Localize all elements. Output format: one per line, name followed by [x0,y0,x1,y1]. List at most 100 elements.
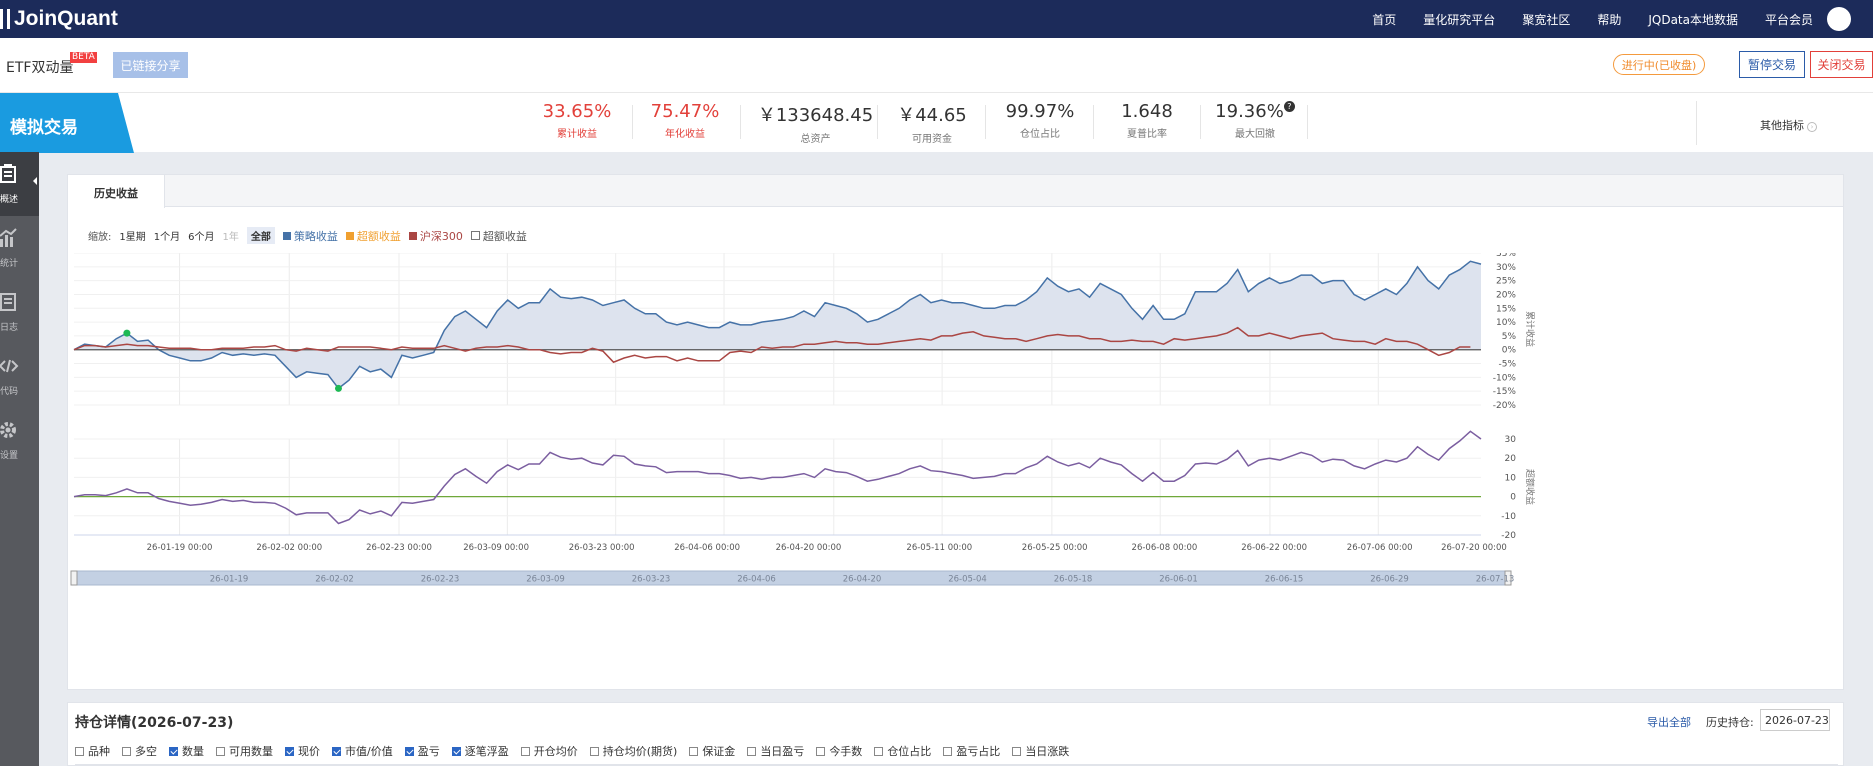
navigator-label: 26-04-06 [737,575,776,585]
checkbox[interactable] [1012,746,1022,756]
nav-link-membership[interactable]: 平台会员 [1765,11,1813,28]
zoom-1month-button[interactable]: 1个月 [154,228,180,243]
sidebar-item-overview[interactable]: 概述 [0,152,39,216]
share-button[interactable]: 已链接分享 [113,52,188,78]
legend-strategy-return[interactable]: 策略收益 [282,228,338,244]
sidebar-item-stats[interactable]: 统计 [0,216,39,280]
zoom-1year-button[interactable]: 1年 [223,228,239,243]
metric-value: ￥44.65 [897,105,967,126]
checkbox[interactable] [122,746,131,756]
checkbox[interactable] [874,746,884,756]
column-option[interactable]: 多空 [122,743,157,759]
checkbox[interactable] [332,746,341,756]
returns-chart[interactable]: 35% 30% 25% 20% 15% 10% 5% 0% -5% -10% -15% -20% 30 2… [68,253,1843,633]
history-returns-panel: 历史收益 缩放: 1星期 1个月 6个月 1年 全部 策略收益 超额收益 沪深3… [67,174,1844,690]
other-metrics-link[interactable]: 其他指标 › [1760,117,1817,133]
navigator-label: 26-04-20 [843,575,882,585]
x-tick-label: 26-07-06 00:00 [1347,543,1413,553]
legend-excess-return[interactable]: 超额收益 [345,228,401,244]
column-option-label: 可用数量 [229,745,273,758]
column-option[interactable]: 盈亏 [404,743,440,759]
column-option[interactable]: 市值/价值 [332,743,393,759]
nav-link-help[interactable]: 帮助 [1597,11,1621,28]
legend-csi300[interactable]: 沪深300 [408,228,463,244]
zoom-1week-button[interactable]: 1星期 [119,228,145,243]
joinquant-logo[interactable]: JoinQuant [0,0,118,38]
checkbox[interactable] [589,746,599,756]
y-tick-label: 20% [1496,290,1516,300]
stats-icon [0,228,17,247]
y-tick-label: -10% [1493,373,1517,383]
checkbox[interactable] [404,746,414,756]
x-tick-label: 26-02-02 00:00 [256,543,322,553]
checkbox[interactable] [520,746,530,756]
pause-trading-button[interactable]: 暂停交易 [1739,51,1805,78]
legend-swatch [408,231,417,240]
column-option-label: 今手数 [829,745,863,758]
checkbox[interactable] [470,231,480,240]
metric-divider [740,105,741,139]
collapse-arrow-icon[interactable] [33,177,37,185]
checkbox[interactable] [216,746,225,756]
checkbox[interactable] [75,746,84,756]
column-option[interactable]: 逐笔浮盈 [451,743,509,759]
checkbox[interactable] [816,746,826,756]
export-all-link[interactable]: 导出全部 [1647,714,1691,730]
column-option[interactable]: 可用数量 [216,743,273,759]
column-option[interactable]: 今手数 [816,743,862,759]
column-option-label: 持仓均价(期货) [602,745,678,758]
nav-link-home[interactable]: 首页 [1372,11,1396,28]
checkbox[interactable] [689,746,699,756]
metric-divider [1696,101,1697,145]
tab-history-returns[interactable]: 历史收益 [68,175,165,208]
settings-icon [0,422,16,438]
column-option[interactable]: 开仓均价 [520,743,578,759]
zoom-all-button[interactable]: 全部 [246,227,275,244]
divider [75,764,1838,765]
checkbox[interactable] [451,746,461,756]
legend-excess-return-checkbox[interactable]: 超额收益 [470,228,527,244]
column-option-label: 逐笔浮盈 [464,745,509,758]
nav-link-research[interactable]: 量化研究平台 [1423,11,1495,28]
simulated-trading-tab[interactable]: 模拟交易 [0,93,134,153]
sidebar-item-log[interactable]: 日志 [0,280,39,344]
x-tick-label: 26-04-06 00:00 [674,543,740,553]
column-option[interactable]: 现价 [285,743,320,759]
x-tick-label: 26-02-23 00:00 [366,543,432,553]
column-option[interactable]: 数量 [169,743,204,759]
metric-cumulative-return: 33.65% 累计收益 [522,101,632,140]
x-tick-label: 26-05-25 00:00 [1022,543,1088,553]
checkbox[interactable] [285,746,294,756]
help-icon[interactable]: ? [1283,101,1295,112]
nav-link-jqdata[interactable]: JQData本地数据 [1648,11,1738,28]
navigator-label: 26-01-19 [210,575,249,585]
checkbox[interactable] [943,746,953,756]
metric-label: 仓位占比 [1020,129,1060,140]
column-option[interactable]: 保证金 [689,743,735,759]
nav-link-community[interactable]: 聚宽社区 [1522,11,1570,28]
sidebar-item-code[interactable]: 代码 [0,344,39,408]
checkbox[interactable] [747,746,757,756]
y-tick-label: -15% [1493,387,1517,397]
metric-annual-return: 75.47% 年化收益 [630,101,740,140]
holdings-date-input[interactable]: 2026-07-23 [1760,709,1830,731]
column-option[interactable]: 当日涨跌 [1012,743,1069,759]
metric-value: 19.36% [1215,101,1284,122]
checkbox[interactable] [169,746,178,756]
column-option[interactable]: 品种 [75,743,110,759]
sidebar-item-settings[interactable]: 设置 [0,408,39,472]
holdings-panel: 持仓详情(2026-07-23) 导出全部 历史持仓: 2026-07-23 品… [67,702,1844,766]
column-option[interactable]: 当日盈亏 [747,743,804,759]
nav-links: 首页 量化研究平台 聚宽社区 帮助 JQData本地数据 平台会员 [1345,0,1813,38]
zoom-6month-button[interactable]: 6个月 [188,228,214,243]
column-option[interactable]: 盈亏占比 [943,743,1000,759]
logo-mark-icon [0,9,10,29]
column-option[interactable]: 持仓均价(期货) [589,743,678,759]
sidebar-item-label: 概述 [0,195,19,205]
legend-swatch [345,231,354,240]
metric-value: 33.65% [542,101,612,122]
user-avatar[interactable] [1827,7,1851,31]
metric-value: 75.47% [650,101,720,122]
close-trading-button[interactable]: 关闭交易 [1810,51,1873,78]
column-option[interactable]: 仓位占比 [874,743,931,759]
